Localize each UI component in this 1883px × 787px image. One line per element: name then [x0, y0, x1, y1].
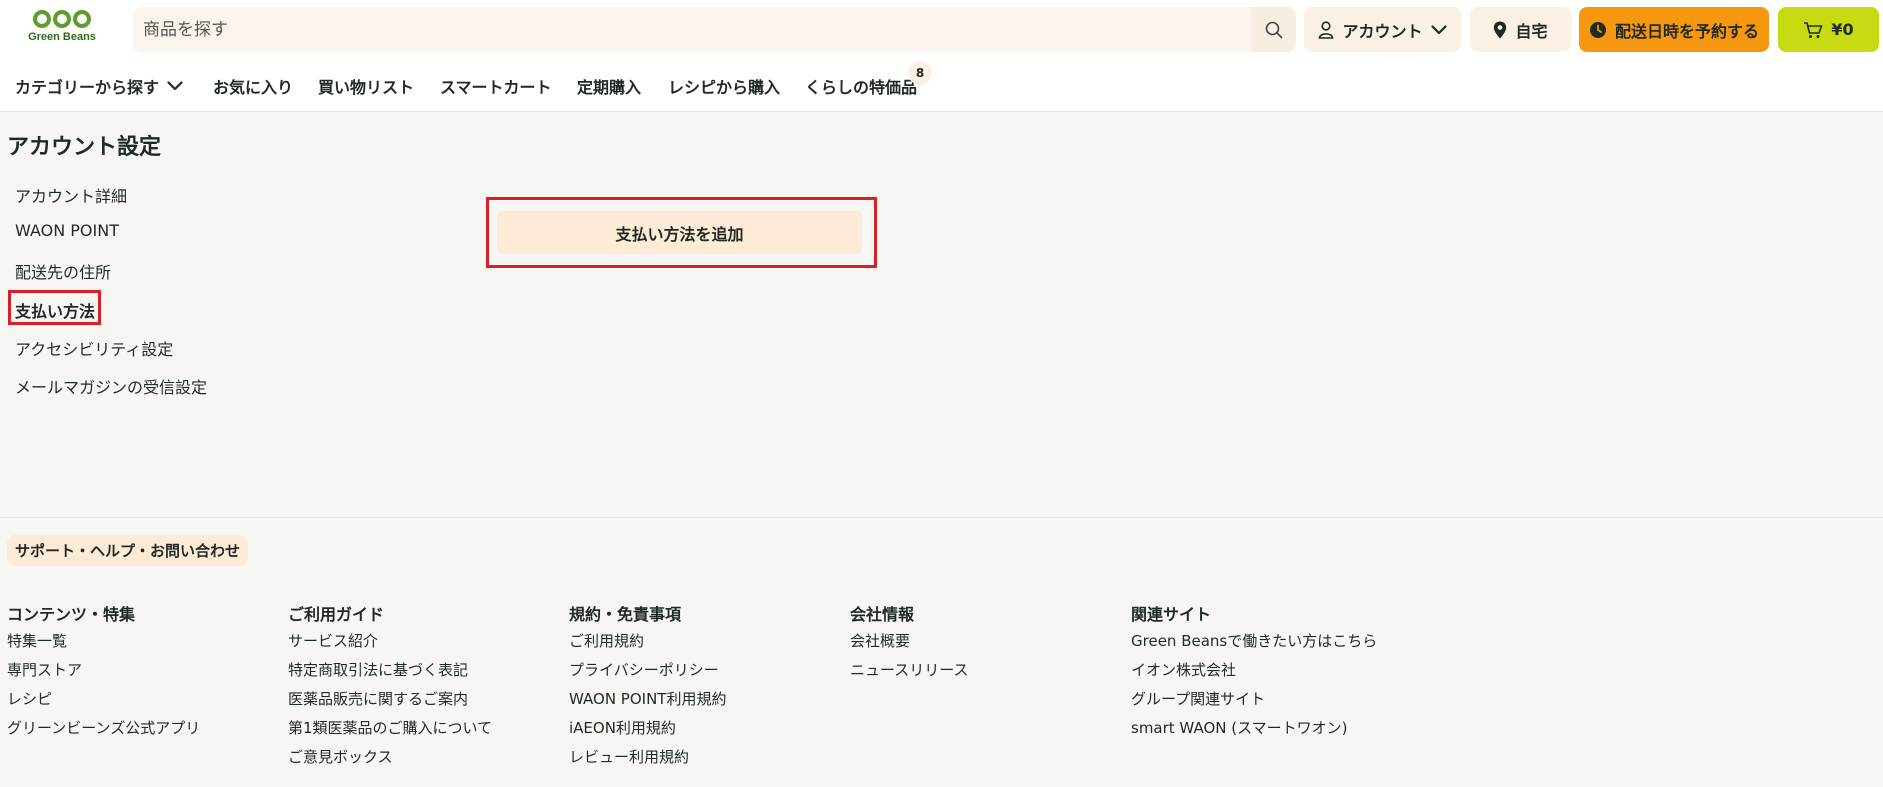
footer-divider: [0, 517, 1883, 518]
nav-item-label: お気に入り: [213, 78, 294, 97]
nav-item-label: くらしの特価品: [805, 78, 918, 97]
search-box: [133, 7, 1296, 52]
logo-text: Green Beans: [28, 31, 96, 43]
sidebar-item-newsletter[interactable]: メールマガジンの受信設定: [15, 374, 207, 398]
nav-categories[interactable]: カテゴリーから探す: [15, 70, 183, 102]
footer-link[interactable]: iAEON利用規約: [569, 714, 726, 743]
footer-link[interactable]: ご利用規約: [569, 627, 726, 656]
chevron-down-icon: [167, 81, 183, 91]
search-icon: [1265, 21, 1282, 38]
footer-link[interactable]: 専門ストア: [7, 656, 200, 685]
sidebar-item-payment-method[interactable]: 支払い方法: [15, 298, 95, 322]
reserve-delivery-button[interactable]: 配送日時を予約する: [1579, 7, 1769, 52]
footer-column-guide: ご利用ガイド サービス紹介 特定商取引法に基づく表記 医薬品販売に関するご案内 …: [288, 601, 492, 772]
clock-icon: [1589, 21, 1606, 38]
footer-column-terms: 規約・免責事項 ご利用規約 プライバシーポリシー WAON POINT利用規約 …: [569, 601, 726, 772]
footer-link[interactable]: 特集一覧: [7, 627, 200, 656]
support-help-contact-link[interactable]: サポート・ヘルプ・お問い合わせ: [7, 535, 249, 566]
footer-link[interactable]: グリーンビーンズ公式アプリ: [7, 714, 200, 743]
site-header: Green Beans アカウント 自宅 配送日: [0, 0, 1883, 112]
footer-link[interactable]: ご意見ボックス: [288, 743, 492, 772]
deals-count-badge: 8: [908, 61, 932, 85]
footer-link[interactable]: サービス紹介: [288, 627, 492, 656]
delivery-address-button[interactable]: 自宅: [1470, 7, 1571, 52]
footer-link[interactable]: WAON POINT利用規約: [569, 685, 726, 714]
page-title: アカウント設定: [7, 135, 162, 160]
sidebar-item-delivery-address[interactable]: 配送先の住所: [15, 259, 111, 283]
nav-item-label: カテゴリーから探す: [15, 78, 160, 97]
nav-item-label: スマートカート: [440, 78, 552, 97]
cart-total: ¥0: [1831, 20, 1854, 39]
green-beans-logo-icon: [33, 10, 91, 28]
search-input[interactable]: [133, 7, 1251, 52]
reserve-label: 配送日時を予約する: [1614, 21, 1759, 41]
nav-special-deals[interactable]: くらしの特価品: [805, 70, 917, 102]
footer-column-company: 会社情報 会社概要 ニュースリリース: [850, 601, 969, 685]
location-pin-icon: [1494, 21, 1507, 38]
sidebar-item-waon-point[interactable]: WAON POINT: [15, 221, 119, 240]
sidebar-item-accessibility[interactable]: アクセシビリティ設定: [15, 336, 173, 360]
logo[interactable]: Green Beans: [26, 8, 98, 52]
footer-column-related-sites: 関連サイト Green Beansで働きたい方はこちら イオン株式会社 グループ…: [1131, 601, 1377, 743]
footer-link[interactable]: smart WAON (スマートワオン): [1131, 714, 1377, 743]
nav-subscription[interactable]: 定期購入: [577, 70, 641, 102]
sidebar-item-account-details[interactable]: アカウント詳細: [15, 183, 127, 207]
nav-shopping-list[interactable]: 買い物リスト: [318, 70, 414, 102]
home-label: 自宅: [1515, 21, 1548, 41]
footer-column-title: 会社情報: [850, 605, 915, 624]
search-button[interactable]: [1251, 7, 1296, 52]
footer-column-title: ご利用ガイド: [288, 605, 385, 624]
nav-item-label: レシピから購入: [668, 78, 781, 97]
footer-link[interactable]: レシピ: [7, 685, 200, 714]
nav-item-label: 買い物リスト: [318, 78, 415, 97]
account-label: アカウント: [1342, 21, 1423, 41]
footer-column-title: コンテンツ・特集: [7, 605, 136, 624]
nav-item-label: 定期購入: [577, 78, 642, 97]
cart-icon: [1804, 21, 1823, 38]
nav-favorites[interactable]: お気に入り: [213, 70, 293, 102]
footer-column-contents: コンテンツ・特集 特集一覧 専門ストア レシピ グリーンビーンズ公式アプリ: [7, 601, 200, 743]
footer-link[interactable]: 第1類医薬品のご購入について: [288, 714, 492, 743]
user-icon: [1319, 20, 1334, 39]
footer-link[interactable]: ニュースリリース: [850, 656, 969, 685]
account-button[interactable]: アカウント: [1304, 7, 1461, 52]
footer-column-title: 関連サイト: [1131, 605, 1212, 624]
footer-link[interactable]: 特定商取引法に基づく表記: [288, 656, 492, 685]
add-payment-method-button[interactable]: 支払い方法を追加: [497, 211, 862, 254]
footer-link[interactable]: 会社概要: [850, 627, 969, 656]
nav-smart-cart[interactable]: スマートカート: [440, 70, 552, 102]
footer-link[interactable]: グループ関連サイト: [1131, 685, 1377, 714]
footer-link[interactable]: 医薬品販売に関するご案内: [288, 685, 492, 714]
chevron-down-icon: [1430, 24, 1447, 34]
nav-recipe-purchase[interactable]: レシピから購入: [668, 70, 780, 102]
footer-link[interactable]: Green Beansで働きたい方はこちら: [1131, 627, 1377, 656]
cart-button[interactable]: ¥0: [1778, 7, 1879, 52]
footer-link[interactable]: プライバシーポリシー: [569, 656, 726, 685]
footer-link[interactable]: レビュー利用規約: [569, 743, 726, 772]
footer-column-title: 規約・免責事項: [569, 605, 682, 624]
footer-link[interactable]: イオン株式会社: [1131, 656, 1377, 685]
